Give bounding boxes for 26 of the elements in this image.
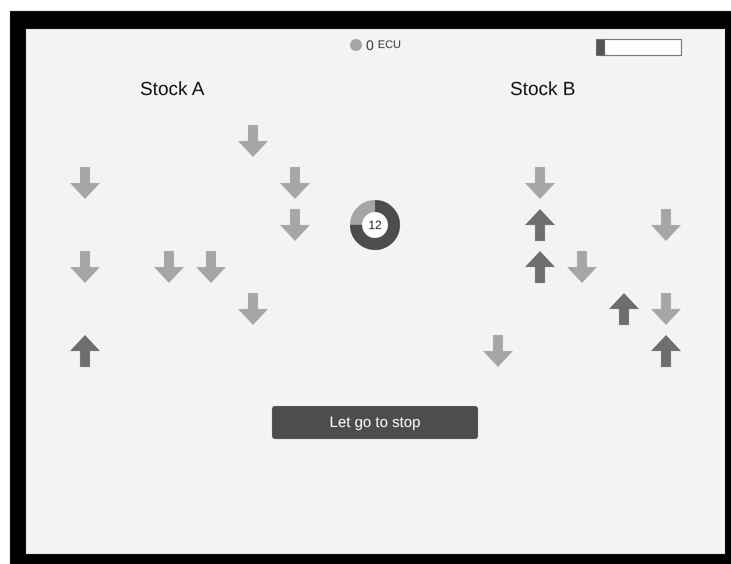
down-arrow-icon [483, 335, 513, 367]
down-arrow-icon [196, 251, 226, 283]
down-arrow-icon [525, 167, 555, 199]
down-arrow-icon [238, 293, 268, 325]
stock-label: Stock B [510, 79, 576, 101]
up-arrow-icon [70, 335, 100, 367]
up-arrow-icon [525, 209, 555, 241]
up-arrow-icon [651, 335, 681, 367]
down-arrow-icon [70, 251, 100, 283]
balance-amount: 0 [366, 36, 374, 52]
up-arrow-icon [609, 293, 639, 325]
down-arrow-icon [70, 167, 100, 199]
down-arrow-icon [280, 167, 310, 199]
down-arrow-icon [651, 293, 681, 325]
down-arrow-icon [280, 209, 310, 241]
stock-label: Stock A [139, 79, 206, 101]
down-arrow-icon [567, 251, 597, 283]
timer-value: 12 [368, 218, 382, 232]
timer-ring [350, 200, 400, 250]
stop-button[interactable]: Let go to stop [272, 406, 478, 439]
up-arrow-icon [525, 251, 555, 283]
down-arrow-icon [154, 251, 184, 283]
down-arrow-icon [651, 209, 681, 241]
coin-icon [350, 38, 362, 50]
down-arrow-icon [238, 125, 268, 157]
currency-unit: ECU [378, 38, 402, 50]
